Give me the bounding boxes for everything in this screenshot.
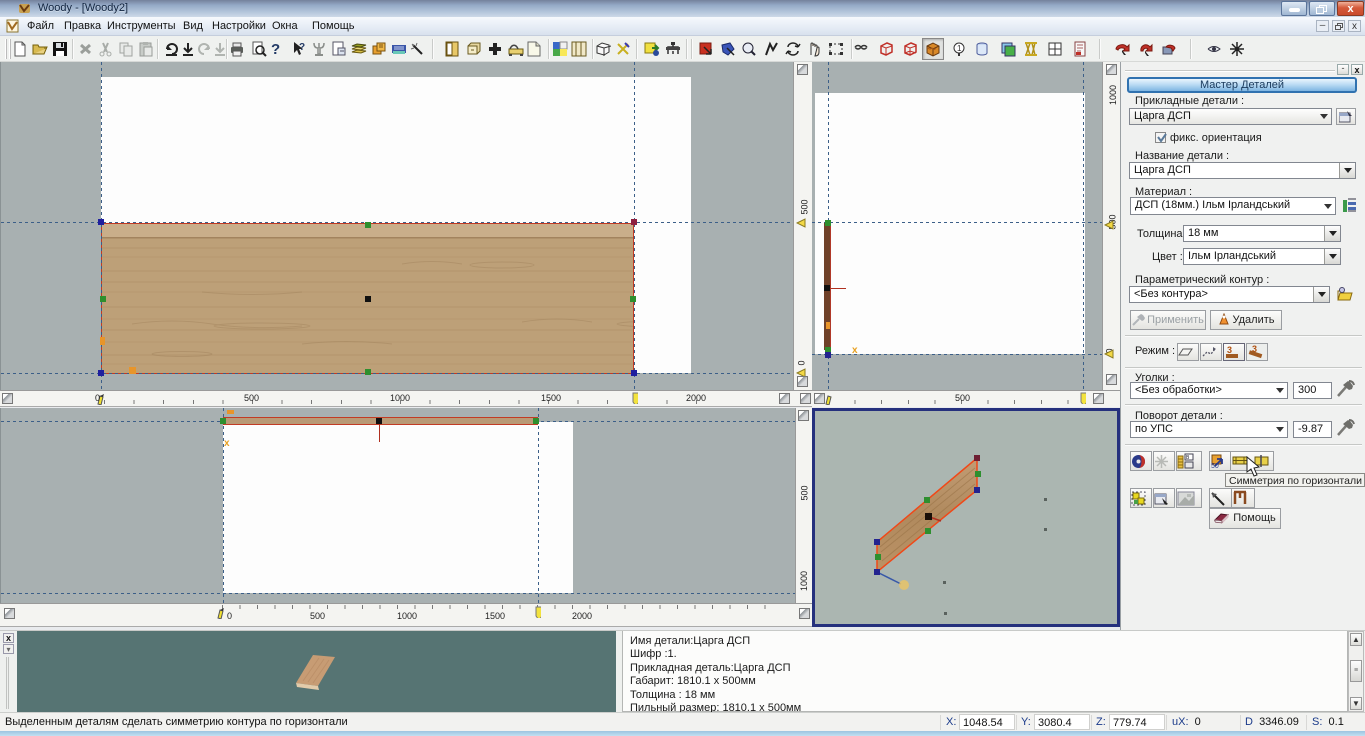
svg-text:3: 3 bbox=[1227, 345, 1232, 355]
svg-text:1: 1 bbox=[957, 44, 962, 53]
svg-text:?: ? bbox=[299, 42, 305, 53]
svg-text:50: 50 bbox=[1211, 463, 1219, 469]
